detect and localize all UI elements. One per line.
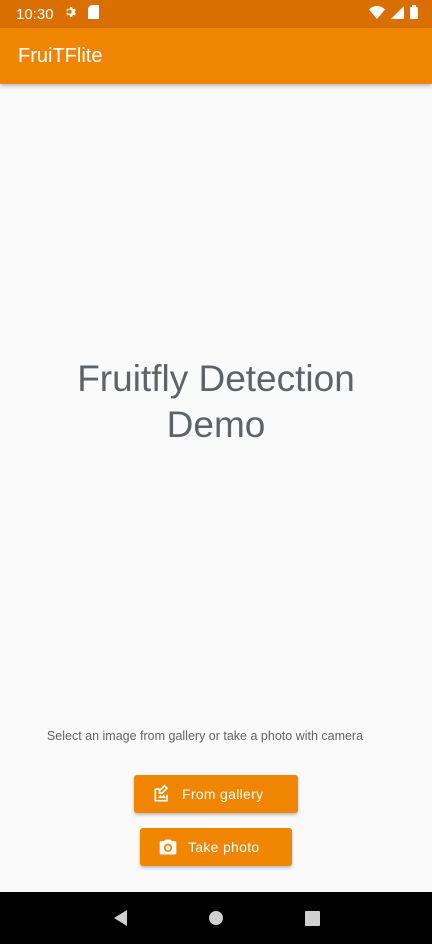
- gear-icon: [64, 5, 78, 23]
- navigation-bar: [0, 892, 432, 944]
- status-time: 10:30: [16, 5, 54, 23]
- status-bar: 10:30: [0, 0, 432, 28]
- status-right: [369, 5, 418, 23]
- main-content: Fruitfly Detection Demo Select an image …: [0, 84, 432, 892]
- instruction-text: Select an image from gallery or take a p…: [46, 729, 364, 743]
- signal-icon: [391, 5, 404, 23]
- app-bar: FruiTFlite: [0, 28, 432, 84]
- take-photo-button[interactable]: Take photo: [140, 828, 292, 866]
- wifi-icon: [369, 5, 385, 23]
- home-icon[interactable]: [196, 898, 236, 938]
- status-left: 10:30: [16, 5, 99, 23]
- camera-icon: [158, 837, 178, 857]
- battery-icon: [410, 5, 418, 23]
- take-photo-label: Take photo: [188, 839, 260, 855]
- gallery-icon: [152, 784, 172, 804]
- app-title: FruiTFlite: [18, 44, 103, 67]
- sd-card-icon: [87, 5, 99, 23]
- back-icon[interactable]: [100, 898, 140, 938]
- from-gallery-label: From gallery: [182, 786, 264, 802]
- headline-line-2: Demo: [166, 404, 266, 445]
- page-title: Fruitfly Detection Demo: [0, 356, 432, 448]
- recents-icon[interactable]: [292, 898, 332, 938]
- from-gallery-button[interactable]: From gallery: [134, 775, 298, 813]
- headline-line-1: Fruitfly Detection: [77, 358, 355, 399]
